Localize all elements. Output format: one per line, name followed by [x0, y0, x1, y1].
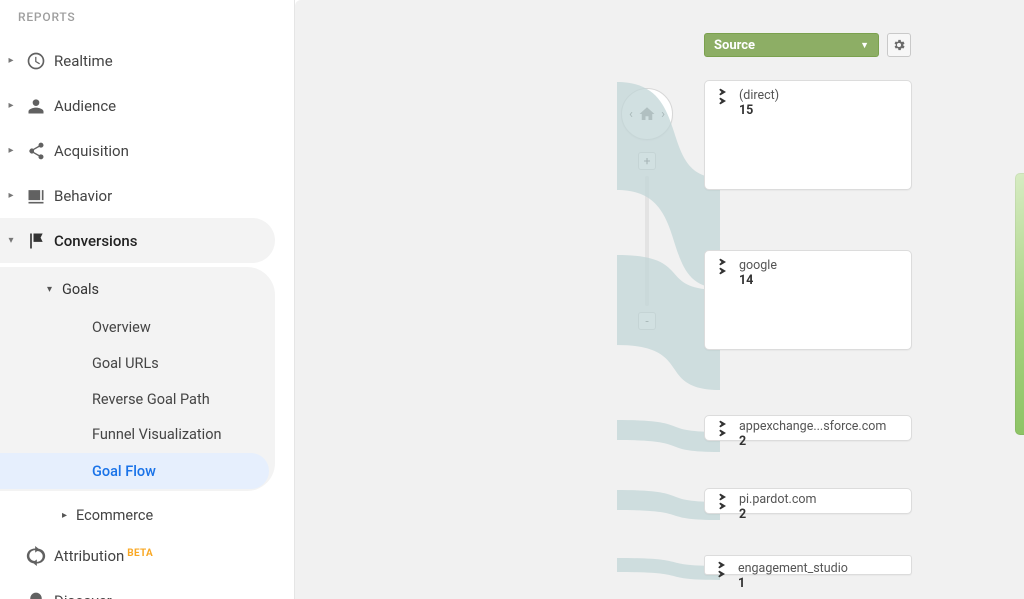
dimension-label: Source — [714, 38, 755, 53]
nav-item-conversions[interactable]: ▾ Conversions — [0, 218, 275, 263]
caret-right-icon: ▸ — [4, 100, 18, 111]
person-icon — [18, 96, 54, 116]
source-name: pi.pardot.com — [739, 493, 903, 507]
goals-overview[interactable]: Overview — [0, 309, 269, 345]
nav-label: AttributionBETA — [54, 547, 153, 565]
behavior-icon — [18, 186, 54, 206]
goal-step-node[interactable]: Thank You Page 34 — [1015, 173, 1024, 435]
nav-label: Behavior — [54, 187, 112, 205]
reports-section-label: REPORTS — [0, 0, 295, 38]
source-node-direct[interactable]: (direct) 15 — [704, 80, 912, 190]
dimension-dropdown[interactable]: Source ▼ — [704, 33, 879, 57]
nav-list: ▸ Realtime ▸ Audience ▸ Acquisition ▸ — [0, 38, 295, 599]
source-value: 14 — [739, 273, 903, 288]
source-value: 1 — [738, 576, 848, 591]
zoom-track[interactable] — [645, 176, 649, 306]
source-name: (direct) — [739, 89, 903, 103]
caret-right-icon: ▸ — [4, 190, 18, 201]
lightbulb-icon — [18, 591, 54, 599]
settings-button[interactable] — [887, 33, 911, 57]
goals-subsection: Goals Overview Goal URLs Reverse Goal Pa… — [0, 267, 275, 491]
attribution-text: Attribution — [54, 547, 124, 565]
goals-reverse-path[interactable]: Reverse Goal Path — [0, 381, 269, 417]
attribution-icon — [18, 546, 54, 566]
source-node-google[interactable]: google 14 — [704, 250, 912, 350]
nav-label: Realtime — [54, 52, 113, 70]
pan-right-icon[interactable]: › — [661, 107, 665, 122]
source-arrow-icon — [711, 87, 729, 106]
chevron-down-icon: ▼ — [860, 40, 869, 51]
sankey-ribbons — [295, 0, 1024, 599]
source-name: engagement_studio — [738, 562, 848, 576]
goals-heading-label: Goals — [62, 281, 99, 298]
clock-icon — [18, 51, 54, 71]
goals-goal-flow[interactable]: Goal Flow — [0, 453, 269, 489]
ecommerce-heading[interactable]: Ecommerce — [0, 497, 295, 533]
source-arrow-icon — [710, 560, 728, 579]
nav-item-realtime[interactable]: ▸ Realtime — [0, 38, 295, 83]
nav-label: Discover — [54, 592, 112, 599]
source-arrow-icon — [711, 419, 729, 438]
source-node-pardot[interactable]: pi.pardot.com 2 — [704, 488, 912, 514]
zoom-out-button[interactable]: - — [638, 312, 656, 330]
pan-left-icon[interactable]: ‹ — [629, 107, 633, 122]
caret-down-icon: ▾ — [4, 235, 18, 246]
sidebar: REPORTS ▸ Realtime ▸ Audience ▸ Acquisit… — [0, 0, 295, 599]
caret-right-icon: ▸ — [4, 145, 18, 156]
goal-flow-canvas[interactable]: Source ▼ ‹ › + - (direct) 15 — [295, 0, 1024, 599]
source-name: google — [739, 259, 903, 273]
source-value: 15 — [739, 103, 903, 118]
zoom-in-button[interactable]: + — [638, 152, 656, 170]
nav-item-acquisition[interactable]: ▸ Acquisition — [0, 128, 295, 173]
zoom-control: + - — [640, 152, 654, 330]
goals-heading[interactable]: Goals — [0, 269, 275, 309]
goals-funnel-viz[interactable]: Funnel Visualization — [0, 417, 269, 453]
source-value: 2 — [739, 507, 903, 522]
source-node-appexchange[interactable]: appexchange...sforce.com 2 — [704, 415, 912, 441]
nav-label: Audience — [54, 97, 116, 115]
nav-item-audience[interactable]: ▸ Audience — [0, 83, 295, 128]
share-icon — [18, 141, 54, 161]
ecommerce-label: Ecommerce — [76, 507, 153, 524]
source-node-engagement-label: engagement_studio 1 — [704, 562, 912, 591]
beta-badge: BETA — [127, 548, 153, 559]
goals-goal-urls[interactable]: Goal URLs — [0, 345, 269, 381]
nav-item-discover[interactable]: Discover — [0, 578, 295, 599]
source-name: appexchange...sforce.com — [739, 420, 903, 434]
nav-label: Acquisition — [54, 142, 129, 160]
caret-right-icon: ▸ — [4, 55, 18, 66]
source-value: 2 — [739, 434, 903, 449]
flag-icon — [18, 231, 54, 251]
gear-icon — [892, 38, 906, 52]
nav-item-behavior[interactable]: ▸ Behavior — [0, 173, 295, 218]
nav-item-attribution[interactable]: AttributionBETA — [0, 533, 295, 578]
source-arrow-icon — [711, 257, 729, 276]
pan-control[interactable]: ‹ › — [621, 88, 673, 140]
nav-label: Conversions — [54, 232, 137, 250]
source-arrow-icon — [711, 492, 729, 511]
home-icon[interactable] — [638, 105, 656, 123]
